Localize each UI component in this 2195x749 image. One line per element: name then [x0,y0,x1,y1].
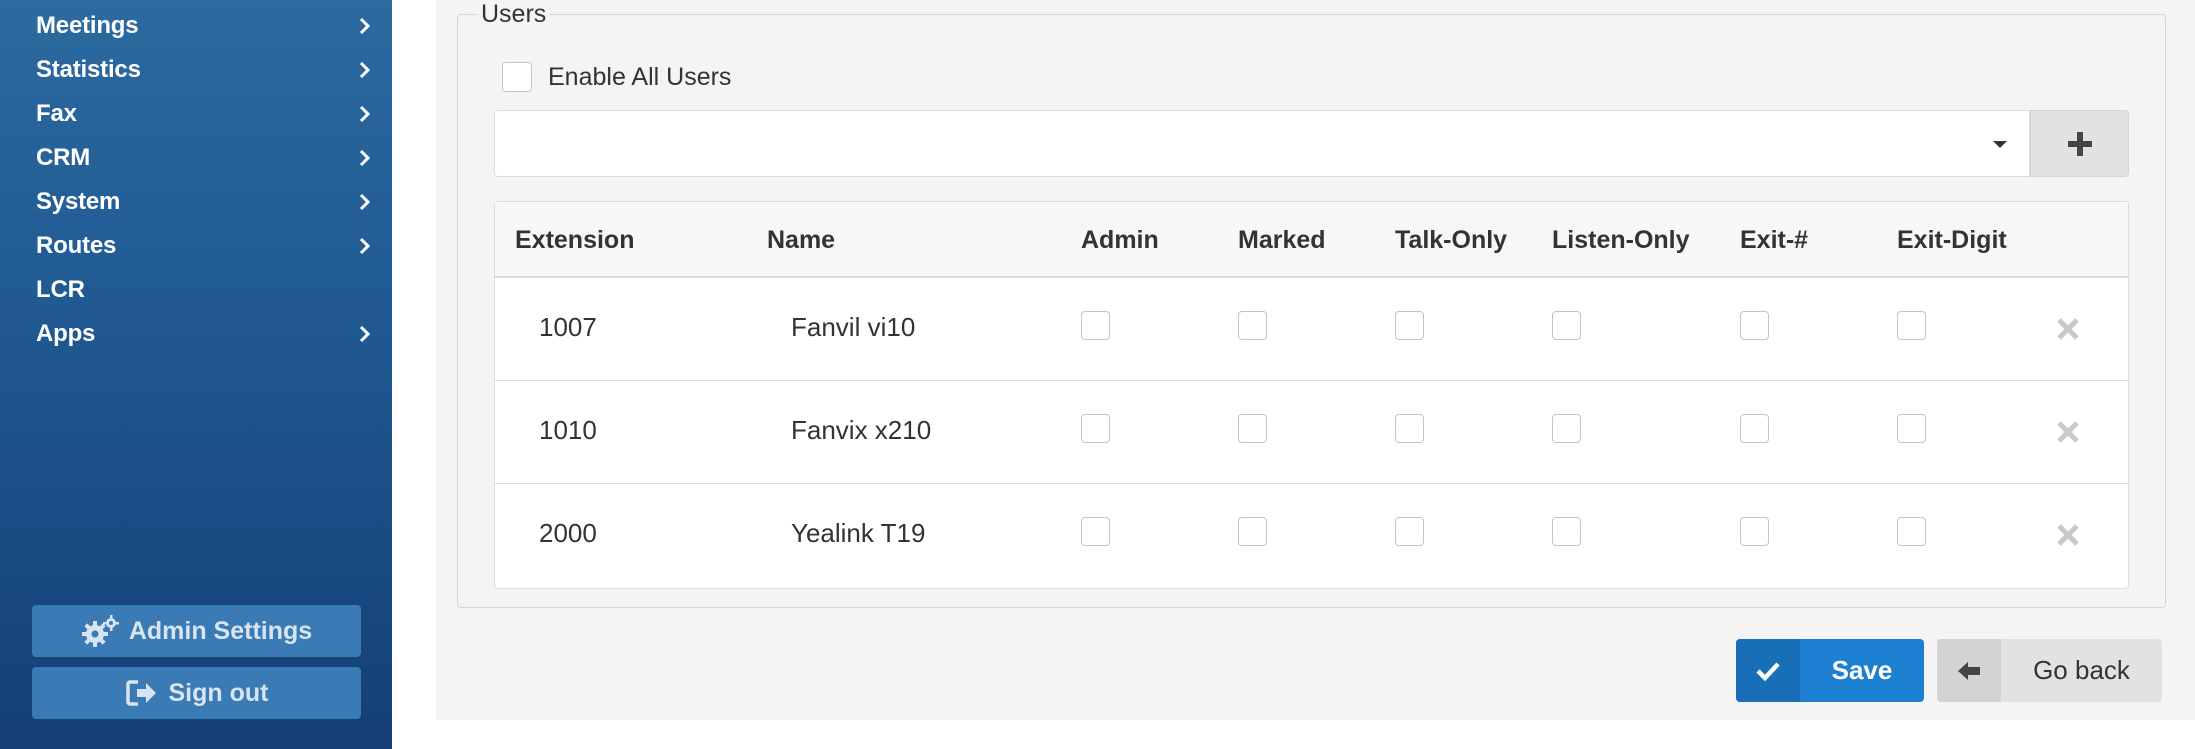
sidebar-item-label: Routes [36,232,117,259]
arrow-left-icon [1937,639,2001,702]
table-header: Extension Name Admin Marked Talk-Only Li… [495,202,2128,278]
talk-only-checkbox[interactable] [1395,517,1424,546]
chevron-right-icon [359,193,371,211]
go-back-button[interactable]: Go back [1937,639,2162,702]
admin-settings-label: Admin Settings [128,616,313,645]
sidebar-item-label: Statistics [36,56,141,83]
enable-all-users-label: Enable All Users [548,63,732,91]
chevron-right-icon [359,325,371,343]
sidebar: Meetings Statistics Fax CRM System Route… [0,0,392,749]
column-header-exit-hash: Exit-# [1740,226,1809,254]
exit-hash-checkbox[interactable] [1740,517,1769,546]
sidebar-item-label: System [36,188,121,215]
close-icon[interactable] [2055,316,2081,342]
name-cell: Yealink T19 [791,518,926,548]
sidebar-item-statistics[interactable]: Statistics [0,48,392,92]
admin-checkbox[interactable] [1081,414,1110,443]
column-header-admin: Admin [1081,226,1159,254]
sidebar-item-label: Apps [36,320,96,347]
extension-cell: 1010 [539,415,597,445]
caret-down-icon [1993,141,2007,148]
name-cell: Fanvil vi10 [791,312,916,342]
exit-digit-checkbox[interactable] [1897,311,1926,340]
gears-icon [81,615,119,647]
sidebar-item-meetings[interactable]: Meetings [0,4,392,48]
talk-only-checkbox[interactable] [1395,311,1424,340]
exit-digit-checkbox[interactable] [1897,414,1926,443]
admin-checkbox[interactable] [1081,517,1110,546]
column-header-name: Name [767,226,836,254]
marked-checkbox[interactable] [1238,517,1267,546]
chevron-right-icon [359,105,371,123]
sidebar-item-apps[interactable]: Apps [0,312,392,356]
users-table: Extension Name Admin Marked Talk-Only Li… [494,201,2129,589]
sidebar-item-lcr[interactable]: LCR [0,268,392,312]
table-row: 1010 Fanvix x210 [495,381,2128,484]
listen-only-checkbox[interactable] [1552,517,1581,546]
chevron-right-icon [359,61,371,79]
user-select[interactable] [494,110,2030,177]
enable-all-users-checkbox[interactable] [502,62,532,92]
plus-icon [2067,131,2092,156]
talk-only-checkbox[interactable] [1395,414,1424,443]
extension-cell: 2000 [539,518,597,548]
sidebar-item-label: Fax [36,100,77,127]
sign-out-icon [125,680,156,706]
extension-cell: 1007 [539,312,597,342]
exit-hash-checkbox[interactable] [1740,414,1769,443]
check-icon [1736,639,1800,702]
table-row: 1007 Fanvil vi10 [495,278,2128,381]
chevron-right-icon [359,237,371,255]
sign-out-button[interactable]: Sign out [32,667,361,719]
sidebar-item-label: CRM [36,144,91,171]
admin-checkbox[interactable] [1081,311,1110,340]
close-icon[interactable] [2055,522,2081,548]
column-header-exit-digit: Exit-Digit [1897,226,2007,254]
listen-only-checkbox[interactable] [1552,414,1581,443]
save-button[interactable]: Save [1736,639,1924,702]
admin-settings-button[interactable]: Admin Settings [32,605,361,657]
column-header-marked: Marked [1238,226,1326,254]
sign-out-label: Sign out [168,678,269,707]
sidebar-item-fax[interactable]: Fax [0,92,392,136]
column-header-extension: Extension [515,226,635,254]
sidebar-item-routes[interactable]: Routes [0,224,392,268]
table-row: 2000 Yealink T19 [495,484,2128,587]
users-legend: Users [477,0,551,28]
exit-digit-checkbox[interactable] [1897,517,1926,546]
column-header-talk-only: Talk-Only [1395,226,1508,254]
chevron-right-icon [359,17,371,35]
listen-only-checkbox[interactable] [1552,311,1581,340]
chevron-right-icon [359,149,371,167]
close-icon[interactable] [2055,419,2081,445]
add-user-button[interactable] [2030,110,2129,177]
go-back-label: Go back [2033,655,2130,685]
column-header-listen-only: Listen-Only [1552,226,1690,254]
save-label: Save [1831,655,1893,685]
sidebar-item-label: LCR [36,276,85,303]
marked-checkbox[interactable] [1238,311,1267,340]
sidebar-item-system[interactable]: System [0,180,392,224]
marked-checkbox[interactable] [1238,414,1267,443]
sidebar-item-label: Meetings [36,12,139,39]
name-cell: Fanvix x210 [791,415,932,445]
exit-hash-checkbox[interactable] [1740,311,1769,340]
sidebar-item-crm[interactable]: CRM [0,136,392,180]
